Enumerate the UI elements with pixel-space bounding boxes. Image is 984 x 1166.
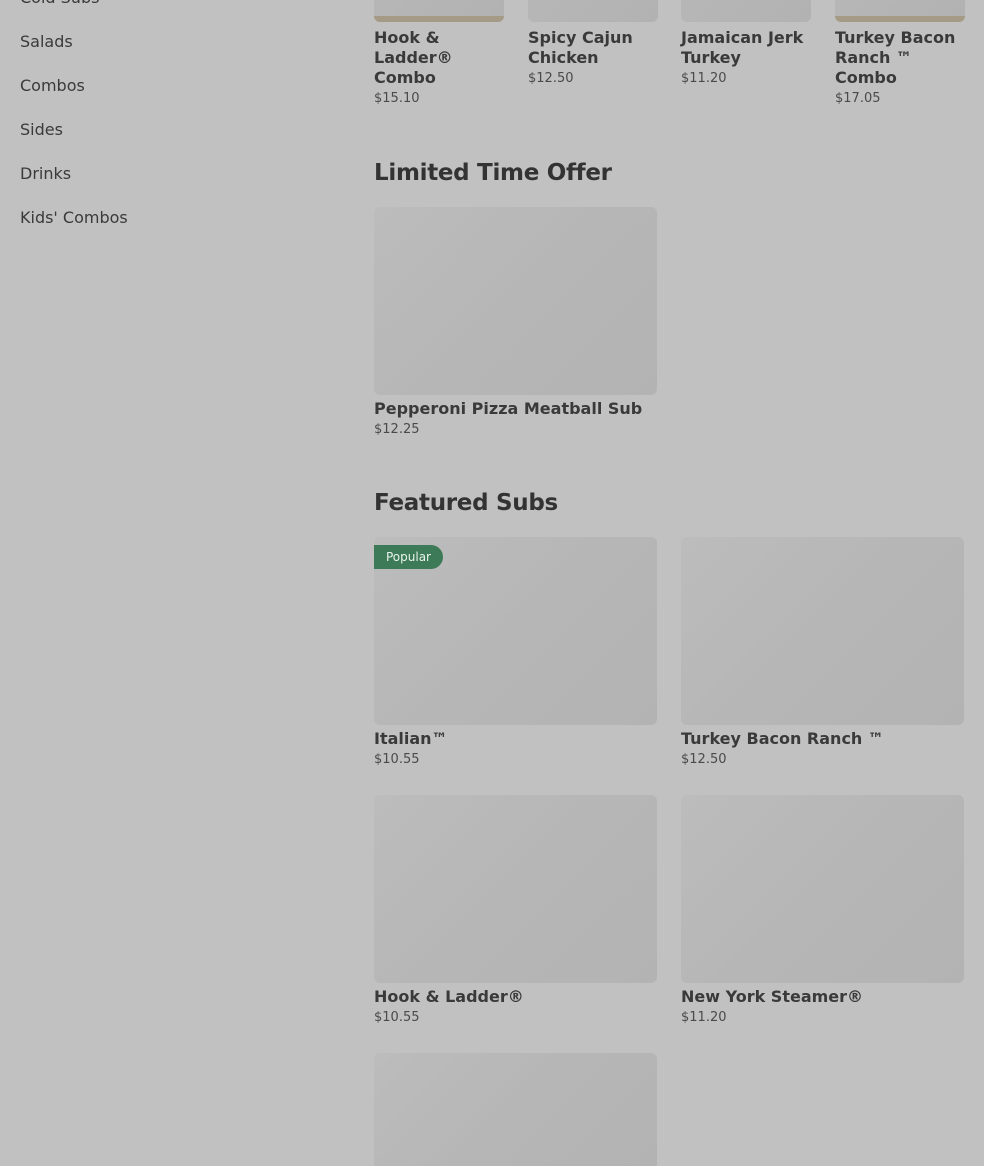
product-price: $17.05 [835,91,881,106]
product-price: $10.55 [374,752,420,767]
product-card[interactable]: Popular Italian™ $10.55 [374,537,657,768]
sidebar-item-drinks[interactable]: Drinks [20,164,320,208]
product-image [374,1053,657,1166]
product-image [681,537,964,725]
sidebar-item-sides[interactable]: Sides [20,120,320,164]
popular-badge: Popular [374,545,443,569]
product-name: Jamaican Jerk Turkey [681,28,804,67]
product-image [681,795,964,983]
product-name: New York Steamer® [681,987,864,1006]
product-image [374,0,504,22]
product-image [374,207,657,395]
product-image [681,0,811,22]
product-card[interactable]: Hook & Ladder® Combo $15.10 [374,0,504,107]
sidebar-item-salads[interactable]: Salads [20,32,320,76]
product-name: Pepperoni Pizza Meatball Sub [374,399,643,418]
product-name: Italian™ [374,729,448,748]
product-card[interactable]: Turkey Bacon Ranch ™ $12.50 [681,537,964,768]
product-price: $15.10 [374,91,420,106]
product-price: $12.50 [681,752,727,767]
category-sidebar: Cold Subs Salads Combos Sides Drinks Kid… [20,0,320,252]
product-name: Spicy Cajun Chicken [528,28,633,67]
product-card[interactable]: Hook & Ladder® $10.55 [374,795,657,1026]
product-name: Turkey Bacon Ranch ™ [681,729,884,748]
product-card[interactable]: Pepperoni Pizza Meatball Sub $12.25 [374,207,657,438]
section-title-featured: Featured Subs [374,490,558,516]
product-name: Hook & Ladder® [374,987,524,1006]
product-image: Popular [374,537,657,725]
product-price: $12.50 [528,71,574,86]
product-card[interactable]: New York Steamer® $11.20 [681,795,964,1026]
product-card[interactable]: Jamaican Jerk Turkey $11.20 [681,0,811,87]
product-image [374,795,657,983]
product-card[interactable]: Turkey Bacon Ranch ™ Combo $17.05 [835,0,965,107]
product-price: $11.20 [681,1010,727,1025]
product-name: Hook & Ladder® Combo [374,28,453,87]
product-price: $11.20 [681,71,727,86]
sidebar-item-combos[interactable]: Combos [20,76,320,120]
product-price: $12.25 [374,422,420,437]
product-card[interactable] [374,1053,657,1166]
product-price: $10.55 [374,1010,420,1025]
product-image [528,0,658,22]
product-image [835,0,965,22]
sidebar-item-kids-combos[interactable]: Kids' Combos [20,208,320,252]
product-card[interactable]: Spicy Cajun Chicken $12.50 [528,0,658,87]
section-title-limited: Limited Time Offer [374,160,612,186]
product-name: Turkey Bacon Ranch ™ Combo [835,28,956,87]
sidebar-item-cold-subs[interactable]: Cold Subs [20,0,320,32]
